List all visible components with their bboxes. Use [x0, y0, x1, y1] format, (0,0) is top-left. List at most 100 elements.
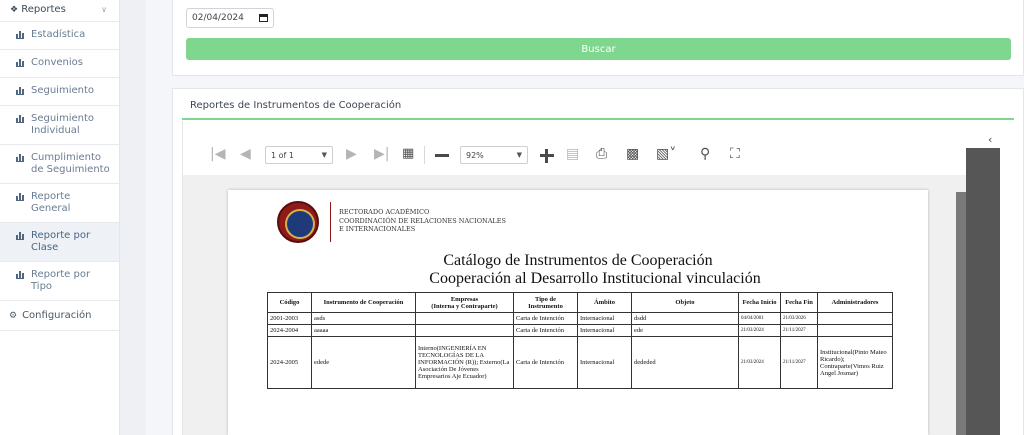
page-select-value: 1 of 1	[271, 150, 294, 160]
save-icon[interactable]: ▧˅	[656, 144, 676, 164]
col-header: Empresas (Interna y Contraparte)	[415, 292, 514, 313]
col-header: Fecha Inicio	[738, 292, 781, 313]
scrollbar-thumb[interactable]	[956, 192, 966, 435]
next-page-icon[interactable]: ▶	[346, 144, 357, 164]
caret-down-icon: ▼	[516, 151, 522, 159]
chevron-down-icon[interactable]: ∨	[101, 5, 107, 14]
cell-instrumento: aaaaa	[311, 324, 416, 337]
sidebar-item-label: Reporte por Tipo	[31, 269, 91, 292]
org-line: RECTORADO ACADÉMICO	[339, 208, 430, 216]
table-row: 2024-2004 aaaaa Carta de Intención Inter…	[267, 324, 893, 337]
caret-down-icon: ▼	[321, 151, 327, 159]
cell-instrumento: asds	[311, 312, 416, 325]
cell-fecha-fin: 21/11/2027	[780, 324, 818, 337]
cell-objeto: ede	[631, 324, 739, 337]
report-panel-title: Reportes de Instrumentos de Cooperación	[190, 100, 402, 111]
bar-chart-icon	[16, 152, 27, 165]
cell-fecha-fin: 21/11/2027	[780, 336, 818, 389]
sidebar-item-convenios[interactable]: Convenios	[0, 50, 119, 78]
document-subtitle: Cooperación al Desarrollo Institucional …	[429, 270, 761, 287]
sidebar-item-label: Reporte General	[31, 191, 71, 214]
sidebar-item-seguimiento[interactable]: Seguimiento	[0, 78, 119, 106]
bar-chart-icon	[16, 113, 27, 126]
zoom-select[interactable]: 92% ▼	[460, 146, 528, 164]
previous-page-icon[interactable]: ◀	[240, 144, 251, 164]
cell-admin: Institucional(Pinto Mateo Ricardo); Cont…	[817, 336, 893, 389]
scrollbar-track[interactable]	[966, 148, 1000, 435]
date-input[interactable]: 02/04/2024	[186, 8, 274, 28]
chevron-left-icon[interactable]: ‹	[988, 133, 992, 146]
search-icon[interactable]: ⚲	[700, 144, 710, 164]
cell-empresas: Interno(INGENIERÍA EN TECNOLOGÍAS DE LA …	[415, 336, 514, 389]
header-divider	[330, 202, 331, 242]
last-page-icon[interactable]: ▶|	[374, 144, 389, 164]
cell-tipo: Carta de Intención	[513, 312, 578, 325]
bar-chart-icon	[16, 191, 27, 204]
sidebar-item-label: Configuración	[22, 310, 92, 321]
cell-admin	[817, 324, 893, 337]
pin-icon: ❖	[10, 5, 19, 15]
org-line: E INTERNACIONALES	[339, 225, 416, 233]
org-line: COORDINACIÓN DE RELACIONES NACIONALES	[339, 216, 506, 225]
cell-codigo: 2024-2005	[267, 336, 312, 389]
col-header: Código	[267, 292, 312, 313]
cell-fecha-inicio: 04/04/2001	[738, 312, 781, 325]
sidebar: ❖ Reportes ∨ Estadística Convenios Segui…	[0, 0, 120, 435]
sidebar-item-seguimiento-individual[interactable]: Seguimiento Individual	[0, 106, 119, 145]
col-header: Administradores	[817, 292, 893, 313]
catalog-table: Código Instrumento de Cooperación Empres…	[267, 292, 893, 389]
sidebar-item-label: Seguimiento Individual	[31, 113, 95, 136]
university-seal-icon	[277, 201, 319, 243]
cell-admin	[817, 312, 893, 325]
cell-empresas	[415, 312, 514, 325]
table-row: 2024-2005 edede Interno(INGENIERÍA EN TE…	[267, 336, 893, 389]
text-select-icon[interactable]: ▤	[566, 144, 579, 164]
zoom-out-icon[interactable]	[435, 154, 449, 157]
date-input-value: 02/04/2024	[192, 13, 244, 23]
sidebar-item-cumplimiento[interactable]: Cumplimiento de Seguimiento	[0, 145, 119, 184]
bar-chart-icon	[16, 29, 27, 42]
col-header: Tipo de Instrumento	[513, 292, 578, 313]
bar-chart-icon	[16, 230, 27, 243]
col-header: Objeto	[631, 292, 739, 313]
table-row: 2001-2003 asds Carta de Intención Intern…	[267, 312, 893, 325]
cell-fecha-inicio: 21/03/2024	[738, 336, 781, 389]
zoom-in-icon-vertical	[545, 149, 548, 163]
gear-icon: ⚙	[9, 310, 18, 321]
cell-ambito: Internacional	[577, 324, 632, 337]
toolbar-separator	[424, 146, 425, 164]
thumbnails-icon[interactable]: ▦	[402, 144, 414, 164]
cell-objeto: dededed	[631, 336, 739, 389]
table-header-row: Código Instrumento de Cooperación Empres…	[267, 292, 893, 313]
sidebar-item-reporte-por-clase[interactable]: Reporte por Clase	[0, 223, 119, 262]
sidebar-item-label: Seguimiento	[31, 85, 95, 96]
cell-ambito: Internacional	[577, 336, 632, 389]
cell-ambito: Internacional	[577, 312, 632, 325]
sidebar-gutter	[120, 0, 146, 435]
fullscreen-icon[interactable]: ⛶	[730, 144, 740, 164]
sidebar-item-label: Cumplimiento de Seguimiento	[31, 152, 110, 175]
calendar-icon[interactable]	[259, 14, 268, 22]
cell-codigo: 2024-2004	[267, 324, 312, 337]
search-button[interactable]: Buscar	[186, 38, 1011, 60]
sidebar-item-estadistica[interactable]: Estadística	[0, 22, 119, 50]
nav-reportes[interactable]: ❖ Reportes ∨	[0, 0, 119, 22]
zoom-select-value: 92%	[466, 150, 484, 160]
col-header: Ámbito	[577, 292, 632, 313]
page-select[interactable]: 1 of 1 ▼	[265, 146, 333, 164]
sidebar-item-configuracion[interactable]: ⚙ Configuración	[0, 301, 119, 331]
organization-header: RECTORADO ACADÉMICO COORDINACIÓN DE RELA…	[339, 208, 506, 234]
first-page-icon[interactable]: |◀	[210, 144, 225, 164]
export-icon[interactable]: ▩	[626, 144, 639, 164]
bar-chart-icon	[16, 85, 27, 98]
sidebar-item-label: Reporte por Clase	[31, 230, 91, 253]
sidebar-item-reporte-general[interactable]: Reporte General	[0, 184, 119, 223]
cell-objeto: dsdd	[631, 312, 739, 325]
cell-tipo: Carta de Intención	[513, 336, 578, 389]
cell-fecha-fin: 21/03/2026	[780, 312, 818, 325]
print-icon[interactable]: ⎙	[596, 144, 607, 164]
col-header: Instrumento de Cooperación	[311, 292, 416, 313]
sidebar-item-reporte-por-tipo[interactable]: Reporte por Tipo	[0, 262, 119, 301]
cell-empresas	[415, 324, 514, 337]
bar-chart-icon	[16, 269, 27, 282]
